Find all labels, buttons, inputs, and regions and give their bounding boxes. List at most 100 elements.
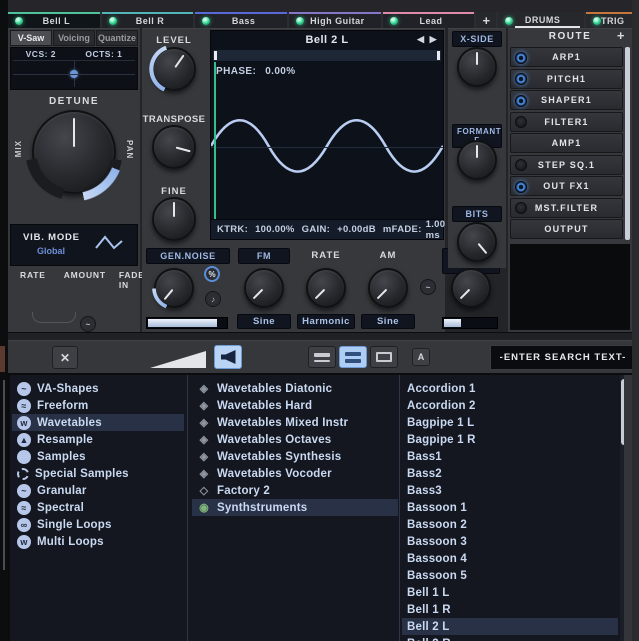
subcategory-item[interactable]: ◈ Wavetables Diatonic	[192, 380, 398, 397]
xy-pad-handle[interactable]	[70, 70, 78, 78]
gen-noise-button[interactable]: GEN.NOISE	[146, 248, 230, 264]
category-va-shapes[interactable]: ~ VA-Shapes	[12, 380, 184, 397]
route-item-amp1[interactable]: AMP1	[510, 133, 623, 153]
detune-knob[interactable]	[22, 100, 126, 204]
route-led-icon[interactable]	[515, 180, 527, 193]
category-multi-loops[interactable]: w Multi Loops	[12, 533, 184, 550]
route-led-icon[interactable]	[515, 159, 527, 171]
preview-speaker-button[interactable]	[214, 345, 242, 369]
route-scrollbar[interactable]	[625, 47, 630, 240]
category-freeform[interactable]: ≈ Freeform	[12, 397, 184, 414]
file-item[interactable]: Bassoon 4	[402, 550, 618, 567]
add-route-button[interactable]: +	[617, 28, 626, 43]
x-side-button[interactable]: X-SIDE	[452, 31, 502, 47]
file-item[interactable]: Bass3	[402, 482, 618, 499]
route-led-icon[interactable]	[515, 116, 527, 128]
am-knob[interactable]	[368, 268, 408, 308]
vib-mode-box[interactable]: VIB. MODE Global	[10, 224, 138, 266]
file-item[interactable]: Bassoon 1	[402, 499, 618, 516]
preview-volume-slider[interactable]	[150, 351, 206, 368]
route-item-filter1[interactable]: FILTER1	[510, 111, 623, 132]
search-input[interactable]: -ENTER SEARCH TEXT-	[490, 345, 636, 370]
fm-knob[interactable]	[244, 268, 284, 308]
route-led-icon[interactable]	[515, 51, 527, 64]
subcategory-item[interactable]: ◈ Wavetables Synthesis	[192, 448, 398, 465]
mod-rate-knob[interactable]	[306, 268, 346, 308]
wsync-add-slider[interactable]	[442, 317, 498, 329]
subcategory-item[interactable]: ◈ Wavetables Vocoder	[192, 465, 398, 482]
trig-tab[interactable]: TRIG	[585, 12, 632, 28]
fm-source-value[interactable]: Sine	[237, 314, 291, 329]
bits-knob[interactable]	[457, 222, 497, 262]
subcategory-factory-2[interactable]: ◇ Factory 2	[192, 482, 398, 499]
fine-knob[interactable]	[152, 197, 196, 241]
file-item[interactable]: Bassoon 3	[402, 533, 618, 550]
channel-tab-bell-l[interactable]: Bell L	[8, 12, 100, 28]
file-item[interactable]: Bass1	[402, 448, 618, 465]
ktrk-value[interactable]: 100.00%	[255, 224, 295, 235]
file-item[interactable]: Bell 2 R	[402, 635, 618, 641]
wave-link-button[interactable]: ~	[420, 279, 436, 295]
category-single-loops[interactable]: ∞ Single Loops	[12, 516, 184, 533]
channel-tab-bell-r[interactable]: Bell R	[101, 12, 194, 28]
file-item[interactable]: Bagpipe 1 L	[402, 414, 618, 431]
file-item[interactable]: Bassoon 2	[402, 516, 618, 533]
file-item[interactable]: Bell 1 L	[402, 584, 618, 601]
tab-quantize[interactable]: Quantize	[96, 30, 138, 46]
next-wavetable-icon[interactable]: ▶	[430, 34, 437, 45]
close-browser-button[interactable]: ✕	[52, 346, 78, 369]
route-led-icon[interactable]	[515, 73, 527, 85]
waveform-view[interactable]: PHASE: 0.00%	[209, 62, 445, 219]
gain-value[interactable]: +0.00dB	[337, 224, 376, 235]
category-granular[interactable]: ~ Granular	[12, 482, 184, 499]
route-item-out-fx1[interactable]: OUT FX1	[510, 176, 623, 196]
subcategory-item[interactable]: ◈ Wavetables Hard	[192, 397, 398, 414]
alphabetical-sort-button[interactable]: A	[412, 348, 430, 366]
view-mode-columns-button[interactable]	[339, 346, 367, 368]
channel-tab-high-guitar[interactable]: High Guitar	[289, 12, 381, 28]
prev-wavetable-icon[interactable]: ◀	[417, 34, 424, 45]
rate-mode-value[interactable]: Harmonic	[297, 314, 355, 329]
route-item-arp1[interactable]: ARP1	[510, 47, 623, 67]
x-side-knob[interactable]	[457, 47, 497, 87]
am-source-value[interactable]: Sine	[361, 314, 415, 329]
tab-voicing[interactable]: Voicing	[53, 30, 95, 46]
gen-noise-knob[interactable]	[150, 264, 198, 312]
view-mode-detail-button[interactable]	[370, 346, 398, 368]
subcategory-synthstruments[interactable]: ◉ Synthstruments	[192, 499, 398, 516]
category-samples[interactable]: Samples	[12, 448, 184, 465]
route-item-pitch1[interactable]: PITCH1	[510, 68, 623, 89]
transpose-knob[interactable]	[152, 125, 196, 169]
gen-noise-slider[interactable]	[146, 317, 228, 329]
drums-tab[interactable]: DRUMS	[498, 12, 584, 28]
add-channel-button[interactable]: +	[476, 12, 497, 28]
wavetable-display[interactable]: Bell 2 L ◀ ▶ PHASE: 0.00% KTRK: 100.00% …	[209, 30, 460, 241]
note-mode-button[interactable]: ♪	[205, 291, 221, 307]
route-item-shaper1[interactable]: SHAPER1	[510, 90, 623, 110]
route-item-output[interactable]: OUTPUT	[510, 219, 623, 239]
file-item[interactable]: Bagpipe 1 R	[402, 431, 618, 448]
channel-tab-bass[interactable]: Bass	[195, 12, 288, 28]
route-item-mst-filter[interactable]: MST.FILTER	[510, 197, 623, 218]
category-wavetables[interactable]: w Wavetables	[12, 414, 184, 431]
route-led-icon[interactable]	[515, 94, 527, 107]
subcategory-item[interactable]: ◈ Wavetables Octaves	[192, 431, 398, 448]
file-item[interactable]: Bass2	[402, 465, 618, 482]
vib-wave-link-button[interactable]: ~	[80, 316, 96, 332]
route-led-icon[interactable]	[515, 202, 527, 214]
mfade-value[interactable]: 1.00 ms	[426, 219, 446, 241]
formant-f-knob[interactable]	[457, 140, 497, 180]
voice-xy-pad[interactable]	[13, 60, 135, 87]
subcategory-item[interactable]: ◈ Wavetables Mixed Instr	[192, 414, 398, 431]
file-item[interactable]: Bell 1 R	[402, 601, 618, 618]
wsync-add-knob[interactable]	[451, 268, 491, 308]
file-item-selected[interactable]: Bell 2 L	[402, 618, 618, 635]
view-mode-list-button[interactable]	[308, 346, 336, 368]
file-item[interactable]: Bassoon 5	[402, 567, 618, 584]
wavetable-range-strip[interactable]	[213, 50, 441, 61]
category-resample[interactable]: ▲ Resample	[12, 431, 184, 448]
category-special-samples[interactable]: Special Samples	[12, 465, 184, 482]
file-item[interactable]: Accordion 2	[402, 397, 618, 414]
category-spectral[interactable]: ≈ Spectral	[12, 499, 184, 516]
route-item-step-sq1[interactable]: STEP SQ.1	[510, 154, 623, 175]
